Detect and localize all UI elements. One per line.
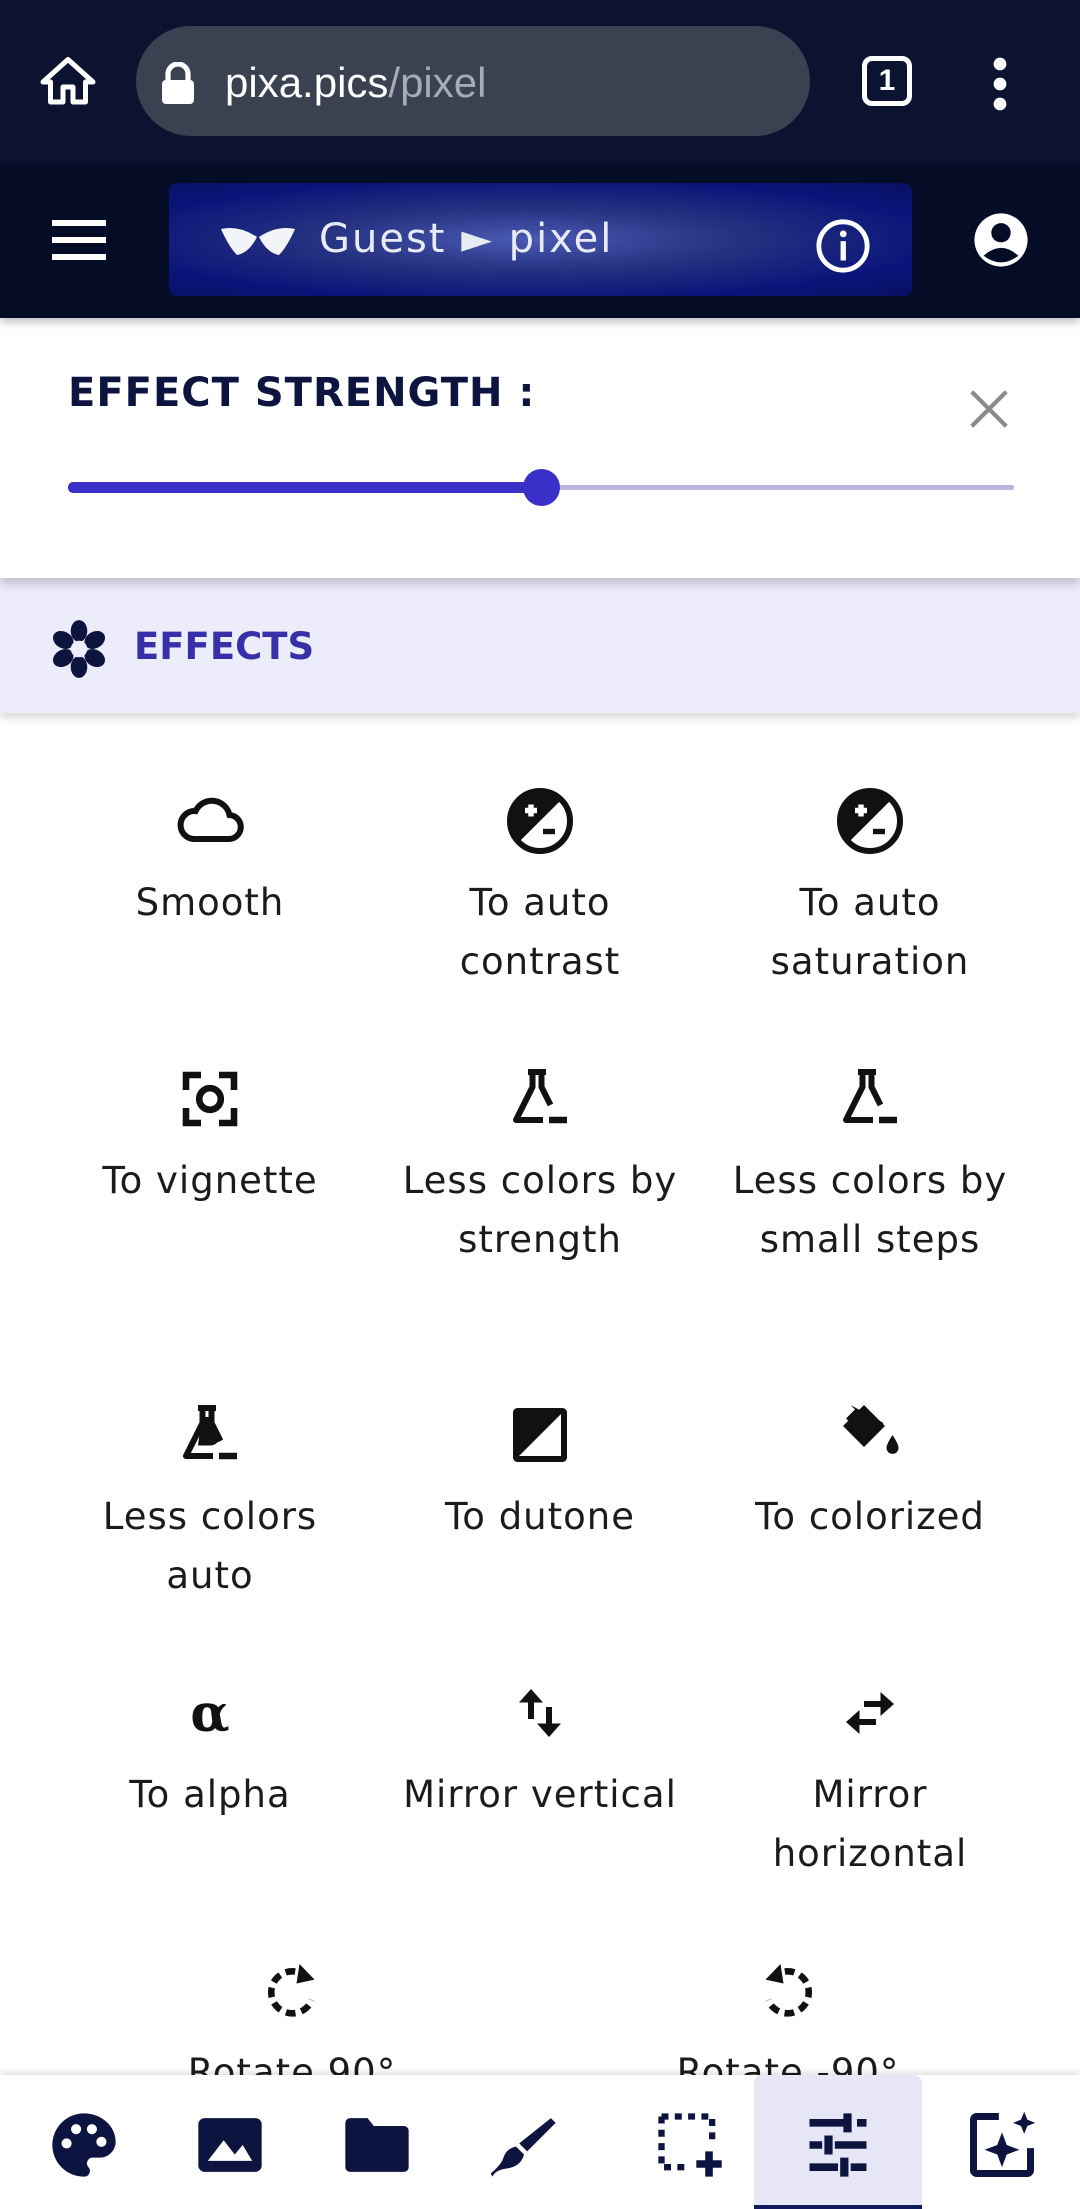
effect-mirror-horizontal[interactable]: Mirror horizontal	[705, 1677, 1035, 1883]
effect-mirror-vertical[interactable]: Mirror vertical	[375, 1677, 705, 1824]
url-text[interactable]: pixa.pics/pixel	[225, 54, 486, 112]
effect-label: To auto contrast	[459, 881, 621, 983]
effect-label: To auto saturation	[770, 881, 970, 983]
effect-vignette[interactable]: To vignette	[45, 1063, 375, 1210]
auto-fix-icon	[970, 2111, 1036, 2177]
center-focus-icon	[182, 1071, 238, 1127]
swap-horizontal-icon	[846, 1692, 894, 1734]
effect-label: Mirror vertical	[403, 1773, 677, 1816]
effect-less-colors-strength[interactable]: Less colors by strength	[375, 1063, 705, 1269]
flask-minus-icon	[513, 1069, 567, 1124]
effect-auto-saturation[interactable]: To auto saturation	[705, 785, 1035, 991]
alpha-icon: α	[190, 1684, 229, 1744]
url-host: pixa.pics	[225, 59, 389, 106]
effect-label: To colorized	[755, 1495, 985, 1538]
wings-logo-icon	[221, 228, 295, 255]
effect-label: Less colors auto	[102, 1495, 318, 1597]
bottom-navigation	[0, 2075, 1080, 2209]
nav-auto-fix[interactable]	[918, 2075, 1080, 2209]
flower-icon	[52, 620, 106, 678]
hamburger-menu-icon[interactable]	[52, 220, 106, 260]
effect-auto-contrast[interactable]: To auto contrast	[375, 785, 705, 991]
app-title: Guest ► pixel	[319, 216, 614, 262]
duotone-icon	[513, 1408, 567, 1462]
url-path: /pixel	[388, 59, 487, 106]
exposure-icon	[507, 788, 573, 854]
effect-label: To dutone	[444, 1495, 635, 1538]
effects-grid: Smooth To auto contrast To auto saturati…	[0, 713, 1080, 2075]
nav-folder[interactable]	[293, 2075, 461, 2209]
flask-filled-minus-icon	[183, 1405, 237, 1460]
swap-vertical-icon	[519, 1689, 561, 1737]
nav-image[interactable]	[146, 2075, 314, 2209]
app-title-banner[interactable]: Guest ► pixel	[169, 183, 912, 296]
nav-brush[interactable]	[440, 2075, 608, 2209]
effect-rotate-right[interactable]: Rotate 90°	[127, 1955, 457, 2075]
effect-label: Mirror horizontal	[772, 1773, 968, 1875]
effect-dutone[interactable]: To dutone	[375, 1399, 705, 1546]
close-icon[interactable]	[966, 386, 1012, 432]
brush-icon	[490, 2118, 556, 2177]
paint-bucket-icon	[843, 1405, 899, 1454]
app-header: Guest ► pixel	[0, 165, 1080, 318]
info-icon[interactable]	[814, 217, 872, 275]
more-vert-icon[interactable]	[980, 56, 1020, 112]
flask-minus-icon	[843, 1069, 897, 1124]
folder-icon	[345, 2118, 409, 2172]
effect-strength-panel: EFFECT STRENGTH :	[0, 318, 1080, 578]
home-icon[interactable]	[38, 52, 98, 112]
selection-add-icon	[658, 2113, 722, 2177]
effect-less-colors-small-steps[interactable]: Less colors by small steps	[705, 1063, 1035, 1269]
effect-colorized[interactable]: To colorized	[705, 1399, 1035, 1546]
effect-label: Smooth	[135, 881, 285, 924]
tab-switcher-button[interactable]: 1	[862, 56, 912, 106]
image-icon	[198, 2118, 262, 2172]
tune-icon	[809, 2113, 867, 2177]
browser-toolbar: pixa.pics/pixel 1	[0, 0, 1080, 165]
exposure-icon	[837, 788, 903, 854]
effect-label: Less colors by small steps	[732, 1159, 1008, 1261]
effects-label: EFFECTS	[134, 625, 315, 668]
palette-icon	[52, 2113, 116, 2177]
svg-text:α: α	[190, 1684, 229, 1744]
rotate-right-icon	[268, 1964, 315, 2017]
effect-label: Rotate -90°	[676, 2051, 900, 2075]
effect-less-colors-auto[interactable]: Less colors auto	[45, 1399, 375, 1605]
effect-strength-slider[interactable]	[68, 468, 1014, 508]
effect-rotate-left[interactable]: Rotate -90°	[623, 1955, 953, 2075]
effect-label: To alpha	[129, 1773, 291, 1816]
effects-section-header[interactable]: EFFECTS	[0, 578, 1080, 713]
effect-label: Rotate 90°	[187, 2051, 397, 2075]
slider-thumb[interactable]	[523, 469, 560, 506]
rotate-left-icon	[765, 1964, 812, 2017]
effect-strength-title: EFFECT STRENGTH :	[68, 370, 536, 416]
nav-tune[interactable]	[754, 2075, 922, 2209]
nav-selection[interactable]	[606, 2075, 774, 2209]
nav-palette[interactable]	[0, 2075, 168, 2209]
lock-icon	[162, 62, 194, 104]
effect-label: To vignette	[102, 1159, 318, 1202]
cloud-icon	[177, 797, 244, 842]
account-circle-icon[interactable]	[972, 211, 1030, 269]
slider-fill	[68, 482, 541, 493]
effect-smooth[interactable]: Smooth	[45, 785, 375, 932]
effect-alpha[interactable]: α To alpha	[45, 1677, 375, 1824]
effect-label: Less colors by strength	[402, 1159, 678, 1261]
